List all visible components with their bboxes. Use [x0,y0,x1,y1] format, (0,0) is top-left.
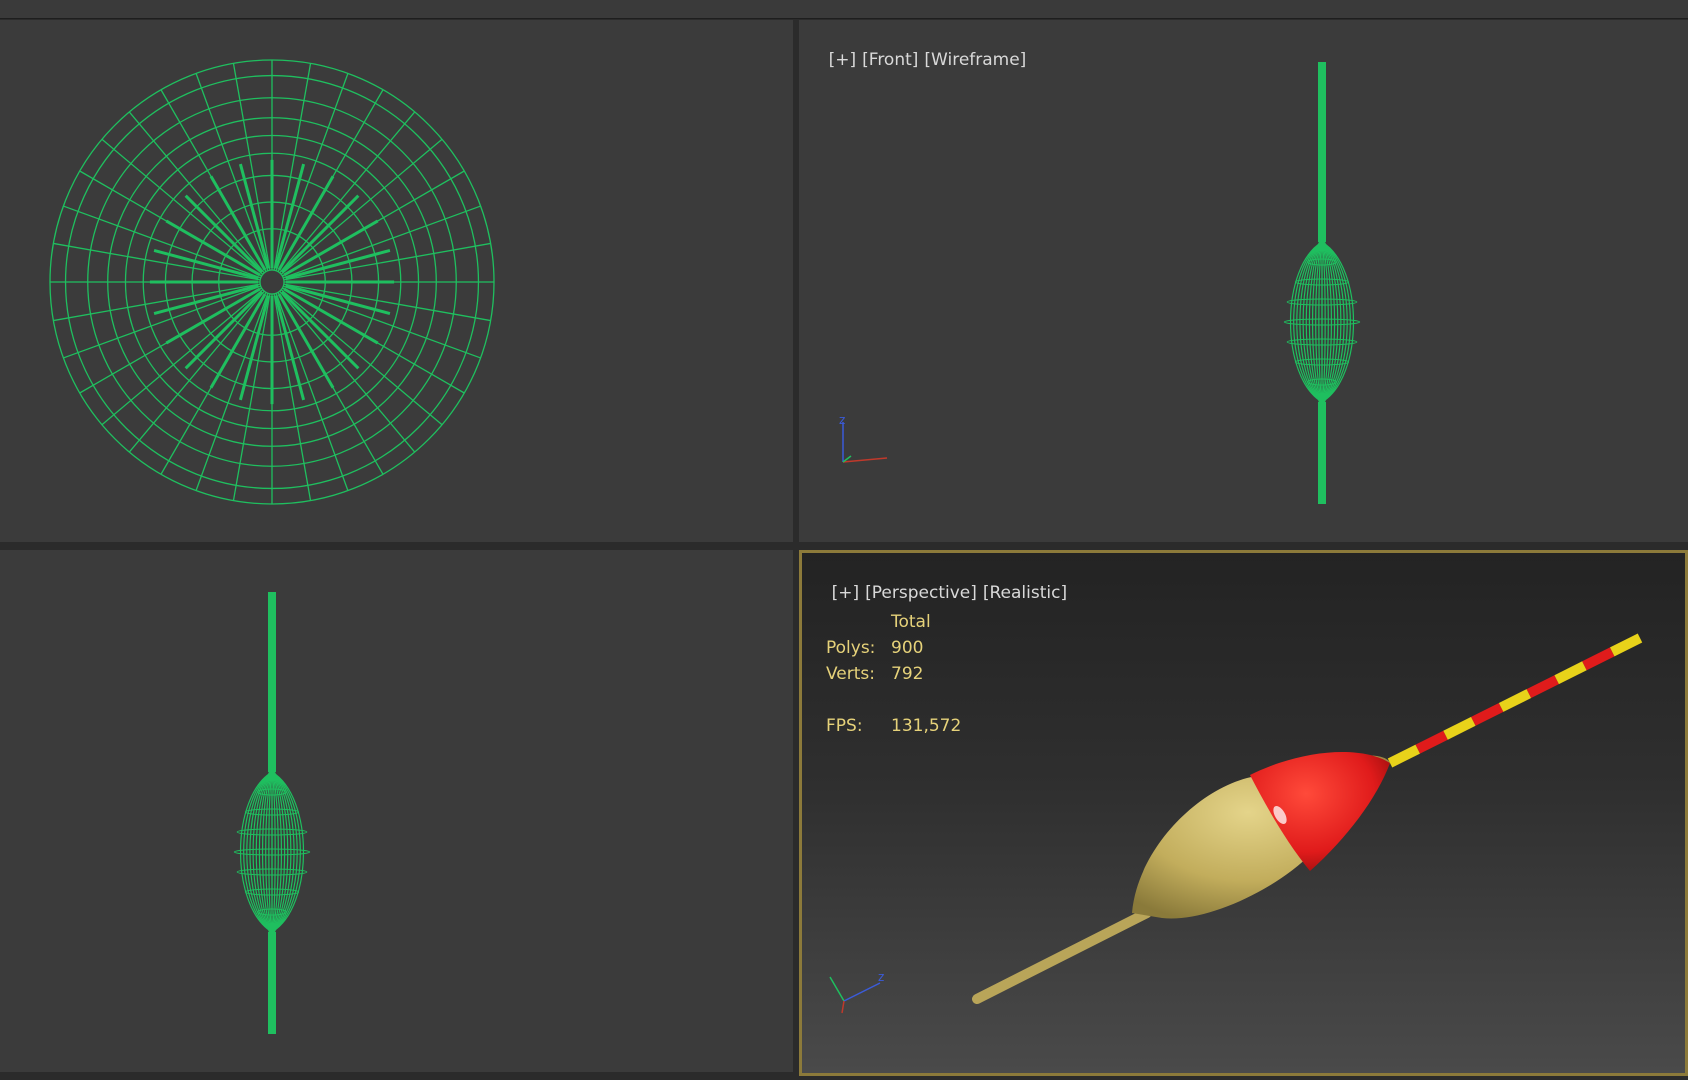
viewport-left[interactable] [0,550,793,1072]
viewport-front[interactable]: [+] [Front] [Wireframe] z [799,20,1688,542]
float-stem [972,908,1152,1004]
top-view-wireframe [49,59,495,505]
title-bar [0,0,1688,19]
axis-z-label: z [878,970,884,984]
left-view-wireframe [233,592,311,1034]
axis-gizmo-perspective: z [829,970,884,1014]
fishing-float-model [972,633,1643,1004]
axis-z-label: z [839,413,845,427]
float-antenna [1387,633,1643,768]
axis-gizmo-front: z [839,413,888,463]
perspective-render: z [829,633,1643,1014]
viewport-top[interactable] [0,20,793,542]
viewport-perspective[interactable]: [+] [Perspective] [Realistic] Total Polys:… [799,550,1688,1076]
front-view-wireframe: z [839,62,1361,504]
